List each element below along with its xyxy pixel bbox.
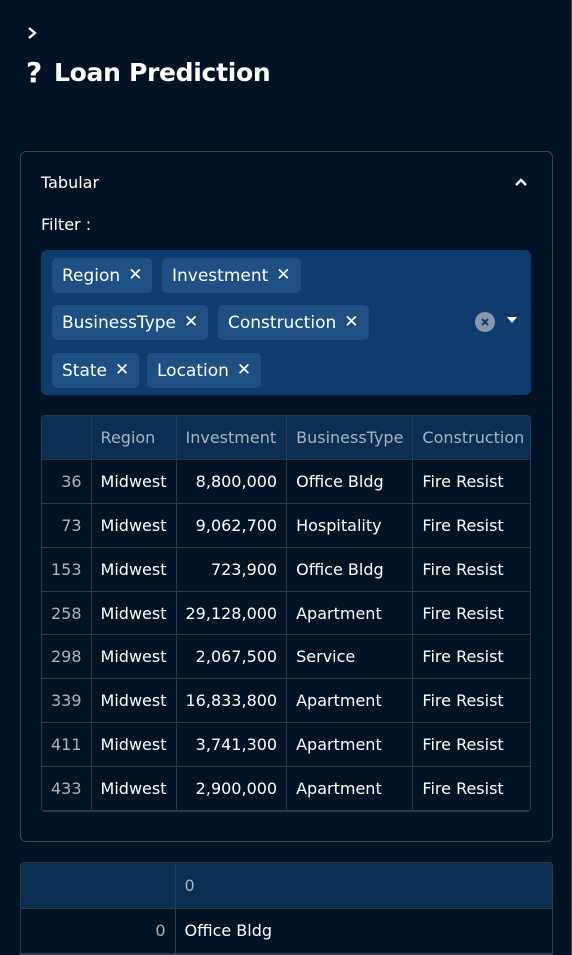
table-row: 298 Midwest 2,067,500 Service Fire Resis…: [42, 634, 530, 680]
expander-header[interactable]: Tabular: [41, 170, 532, 194]
page-title-text: Loan Prediction: [54, 58, 271, 87]
chip-label: BusinessType: [62, 312, 177, 333]
dropdown-arrow-icon[interactable]: [507, 317, 517, 323]
remove-chip-icon[interactable]: ✕: [344, 314, 358, 331]
chip-label: Investment: [172, 265, 269, 286]
row-index: 339: [42, 678, 92, 724]
column-header-construction[interactable]: Construction: [412, 416, 530, 461]
chip-label: Construction: [228, 312, 337, 333]
cell-construction[interactable]: Fire Resist: [412, 503, 530, 548]
cell-construction[interactable]: Fire Resist: [412, 547, 530, 592]
chip-label: Region: [62, 265, 121, 286]
cell-businesstype[interactable]: Apartment: [286, 678, 414, 724]
filter-label: Filter :: [41, 215, 92, 234]
row-index: 411: [42, 722, 92, 767]
column-header-index[interactable]: [42, 416, 92, 461]
cell-construction[interactable]: Fire Resist: [412, 766, 530, 811]
cell-construction[interactable]: Fire Resist: [412, 722, 530, 767]
filter-chip-construction: Construction ✕: [218, 305, 369, 340]
cell-construction[interactable]: Fire Resist: [412, 634, 530, 680]
table-header-row: 0: [21, 863, 552, 909]
chip-label: State: [62, 360, 107, 381]
cell-region[interactable]: Midwest: [91, 459, 177, 505]
chevron-up-icon[interactable]: [510, 171, 532, 193]
row-index: 73: [42, 503, 92, 548]
cell-region[interactable]: Midwest: [91, 503, 177, 548]
cell-prediction[interactable]: Office Bldg: [175, 908, 552, 954]
column-header-index[interactable]: [21, 863, 176, 909]
cell-businesstype[interactable]: Apartment: [286, 591, 414, 636]
data-table[interactable]: Region Investment BusinessType Construct…: [41, 415, 531, 812]
cell-region[interactable]: Midwest: [91, 766, 177, 811]
cell-construction[interactable]: Fire Resist: [412, 591, 530, 636]
filter-chip-state: State ✕: [52, 353, 140, 388]
question-mark-icon: ?: [26, 56, 42, 89]
remove-chip-icon[interactable]: ✕: [128, 267, 142, 284]
cell-construction[interactable]: Fire Resist: [412, 678, 530, 724]
column-header-businesstype[interactable]: BusinessType: [286, 416, 414, 461]
cell-businesstype[interactable]: Hospitality: [286, 503, 414, 548]
filter-chip-region: Region ✕: [52, 258, 153, 293]
chip-label: Location: [157, 360, 229, 381]
cell-investment[interactable]: 29,128,000: [176, 591, 288, 636]
cell-investment[interactable]: 8,800,000: [176, 459, 288, 505]
cell-businesstype[interactable]: Apartment: [286, 722, 414, 767]
clear-all-icon[interactable]: [475, 312, 495, 332]
cell-investment[interactable]: 9,062,700: [176, 503, 288, 548]
cell-region[interactable]: Midwest: [91, 678, 177, 724]
filter-chip-investment: Investment ✕: [162, 258, 301, 293]
cell-businesstype[interactable]: Office Bldg: [286, 547, 414, 592]
table-row: 339 Midwest 16,833,800 Apartment Fire Re…: [42, 678, 530, 724]
remove-chip-icon[interactable]: ✕: [115, 362, 129, 379]
table-row: 153 Midwest 723,900 Office Bldg Fire Res…: [42, 547, 530, 592]
filter-chip-businesstype: BusinessType ✕: [52, 305, 209, 340]
cell-investment[interactable]: 16,833,800: [176, 678, 288, 724]
column-header-investment[interactable]: Investment: [176, 416, 288, 461]
table-row: 433 Midwest 2,900,000 Apartment Fire Res…: [42, 766, 530, 811]
cell-region[interactable]: Midwest: [91, 547, 177, 592]
column-header-0[interactable]: 0: [175, 863, 552, 909]
page-title: ? Loan Prediction: [22, 56, 271, 89]
remove-chip-icon[interactable]: ✕: [184, 314, 198, 331]
cell-investment[interactable]: 723,900: [176, 547, 288, 592]
row-index: 433: [42, 766, 92, 811]
cell-investment[interactable]: 3,741,300: [176, 722, 288, 767]
cell-businesstype[interactable]: Service: [286, 634, 414, 680]
cell-construction[interactable]: Fire Resist: [412, 459, 530, 505]
row-index: 153: [42, 547, 92, 592]
table-header-row: Region Investment BusinessType Construct…: [42, 416, 530, 461]
table-row: 258 Midwest 29,128,000 Apartment Fire Re…: [42, 591, 530, 636]
sidebar-toggle-button[interactable]: [22, 23, 42, 43]
tabular-expander: Tabular Filter : Region ✕ Investment ✕ B…: [20, 151, 553, 842]
row-index: 0: [21, 908, 176, 954]
cell-investment[interactable]: 2,067,500: [176, 634, 288, 680]
cell-region[interactable]: Midwest: [91, 591, 177, 636]
table-row: 36 Midwest 8,800,000 Office Bldg Fire Re…: [42, 459, 530, 505]
column-header-region[interactable]: Region: [91, 416, 177, 461]
cell-investment[interactable]: 2,900,000: [176, 766, 288, 811]
cell-businesstype[interactable]: Apartment: [286, 766, 414, 811]
filter-chip-location: Location ✕: [147, 353, 262, 388]
result-table[interactable]: 0 0 Office Bldg: [20, 862, 553, 955]
remove-chip-icon[interactable]: ✕: [237, 362, 251, 379]
remove-chip-icon[interactable]: ✕: [276, 267, 290, 284]
table-row: 411 Midwest 3,741,300 Apartment Fire Res…: [42, 722, 530, 767]
cell-region[interactable]: Midwest: [91, 722, 177, 767]
row-index: 258: [42, 591, 92, 636]
cell-businesstype[interactable]: Office Bldg: [286, 459, 414, 505]
cell-region[interactable]: Midwest: [91, 634, 177, 680]
row-index: 298: [42, 634, 92, 680]
table-row: 0 Office Bldg: [21, 908, 552, 954]
expander-label: Tabular: [41, 172, 100, 192]
row-index: 36: [42, 459, 92, 505]
table-row: 73 Midwest 9,062,700 Hospitality Fire Re…: [42, 503, 530, 548]
chevron-right-icon: [28, 27, 37, 39]
filter-multiselect[interactable]: Region ✕ Investment ✕ BusinessType ✕ Con…: [41, 250, 531, 395]
